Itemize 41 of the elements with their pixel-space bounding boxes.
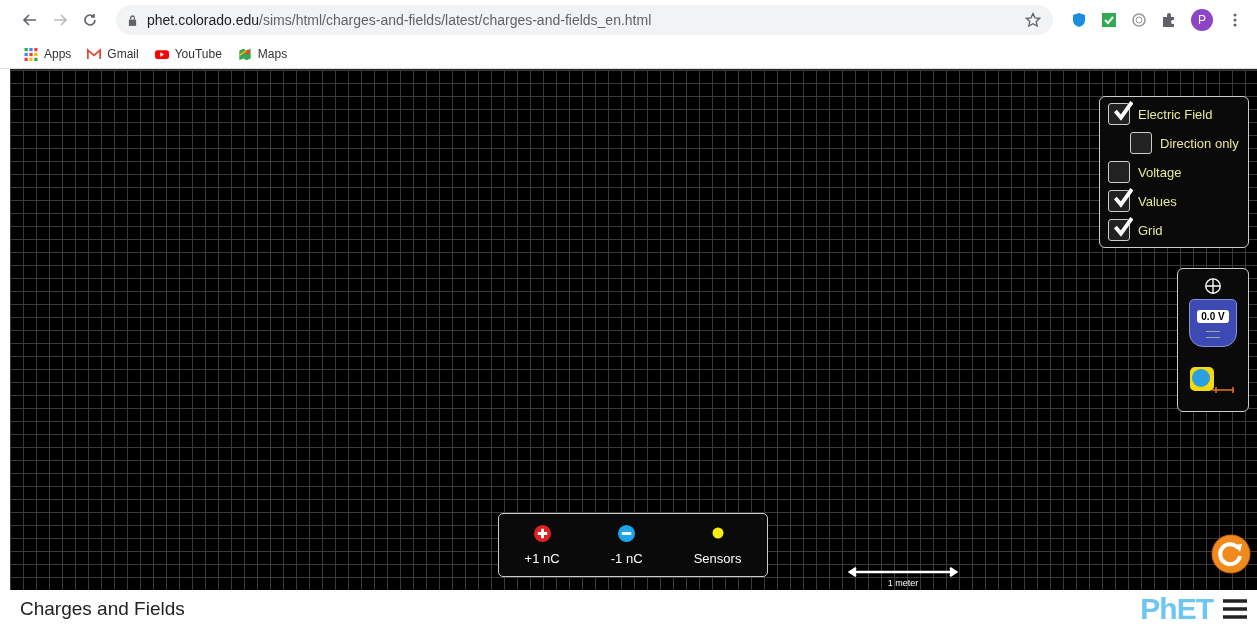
- toolbox-label: +1 nC: [524, 551, 560, 566]
- menu-icon[interactable]: [1223, 598, 1247, 619]
- url-text: phet.colorado.edu/sims/html/charges-and-fields/latest/charges-and-fields_en.html: [147, 12, 652, 28]
- bookmark-link[interactable]: Gmail: [87, 47, 139, 61]
- envelope-icon: [87, 47, 102, 61]
- sensor-icon[interactable]: [711, 527, 724, 539]
- checkbox[interactable]: [1130, 132, 1152, 154]
- checkbox[interactable]: [1108, 219, 1130, 241]
- checkbox[interactable]: [1108, 161, 1130, 183]
- sim-title: Charges and Fields: [20, 597, 185, 620]
- bookmark-link[interactable]: Apps: [24, 47, 72, 61]
- puzzle-icon[interactable]: [1161, 12, 1177, 28]
- negative-charge-icon[interactable]: [617, 524, 637, 543]
- play-icon: [154, 47, 169, 61]
- profile-avatar[interactable]: P: [1191, 9, 1213, 31]
- positive-charge-icon[interactable]: [532, 524, 552, 543]
- checkbox-option[interactable]: Voltage: [1108, 161, 1240, 183]
- checkmark-icon[interactable]: [1101, 12, 1117, 28]
- checkbox-option[interactable]: Grid: [1108, 219, 1240, 241]
- lock-icon: [128, 14, 137, 26]
- checkbox-option[interactable]: Direction only: [1130, 132, 1240, 154]
- address-bar[interactable]: phet.colorado.edu/sims/html/charges-and-fields/latest/charges-and-fields_en.html: [116, 5, 1053, 35]
- voltage-reading: 0.0 V: [1197, 310, 1229, 323]
- scale-label: 1 meter: [887, 578, 919, 588]
- checkbox-option[interactable]: Values: [1108, 190, 1240, 212]
- map-icon: [237, 47, 252, 61]
- checkbox[interactable]: [1108, 103, 1130, 125]
- bookmark-link[interactable]: YouTube: [154, 47, 222, 61]
- reset-icon[interactable]: [1211, 534, 1251, 574]
- toolbox-label: Sensors: [693, 551, 742, 566]
- shield-icon[interactable]: [1071, 12, 1087, 28]
- bookmark-link[interactable]: Maps: [237, 47, 288, 61]
- star-icon[interactable]: [1025, 12, 1041, 28]
- toolbox-label: -1 nC: [610, 551, 643, 566]
- checkbox[interactable]: [1108, 190, 1130, 212]
- grid-icon: [24, 47, 38, 61]
- checkbox-option[interactable]: Electric Field: [1108, 103, 1240, 125]
- back-icon[interactable]: [22, 12, 38, 28]
- reload-icon[interactable]: [82, 12, 98, 28]
- circle-icon[interactable]: [1131, 12, 1147, 28]
- crosshair-icon[interactable]: [1204, 277, 1222, 295]
